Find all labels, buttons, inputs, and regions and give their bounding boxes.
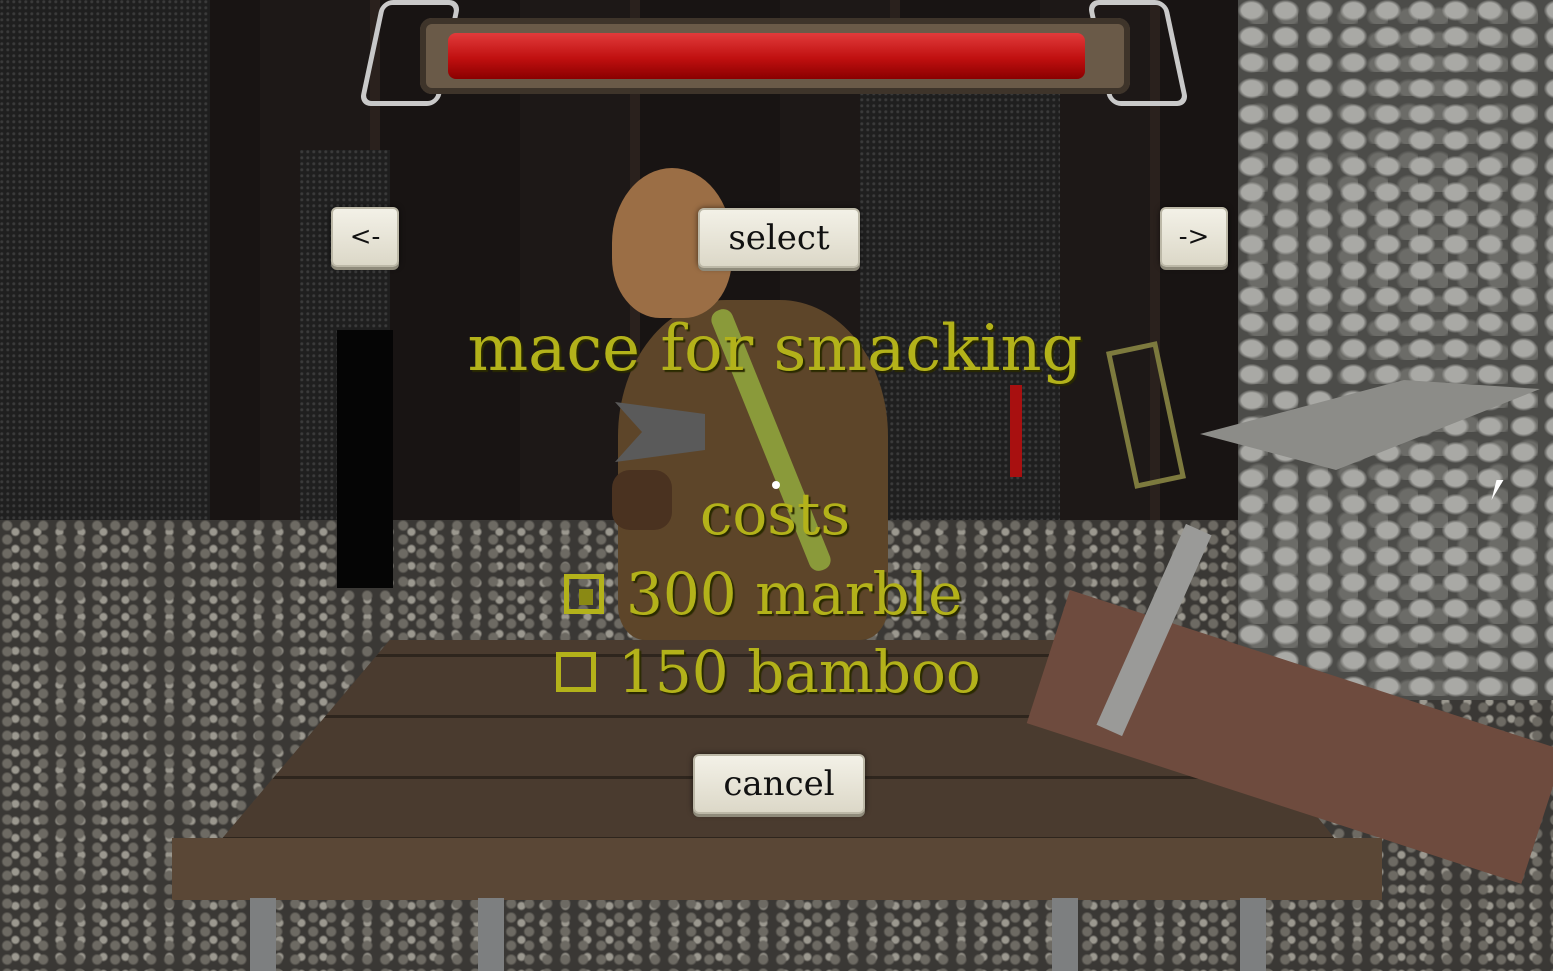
- health-bar-fill: [448, 33, 1085, 79]
- item-name: mace for smacking: [467, 312, 1083, 386]
- cost-row-marble: 300 marble: [564, 560, 962, 628]
- crosshair-icon: [772, 481, 780, 489]
- marble-icon: [564, 574, 604, 614]
- table-leg: [1052, 898, 1078, 971]
- select-button[interactable]: select: [698, 208, 860, 268]
- stone-pillar: [0, 0, 210, 560]
- cancel-button[interactable]: cancel: [693, 754, 865, 814]
- bamboo-icon: [556, 652, 596, 692]
- cost-bamboo-text: 150 bamboo: [618, 638, 981, 706]
- costs-heading: costs: [699, 480, 851, 548]
- table-leg: [1240, 898, 1266, 971]
- table-leg: [250, 898, 276, 971]
- shop-table-edge: [172, 838, 1382, 900]
- next-item-button[interactable]: ->: [1160, 207, 1228, 267]
- cost-row-bamboo: 150 bamboo: [556, 638, 981, 706]
- rock-wall: [1238, 0, 1553, 700]
- wall-tool: [1010, 385, 1022, 477]
- dark-post: [337, 330, 393, 588]
- previous-item-button[interactable]: <-: [331, 207, 399, 267]
- cost-marble-text: 300 marble: [626, 560, 963, 628]
- table-leg: [478, 898, 504, 971]
